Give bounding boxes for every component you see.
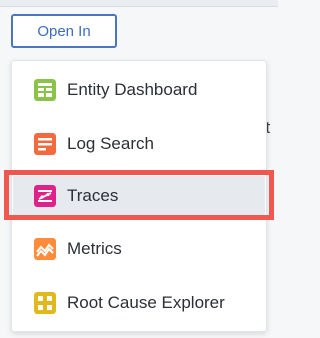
menu-item-label: Metrics [67, 239, 122, 258]
entity-dashboard-icon [34, 79, 56, 101]
menu-item-label: Log Search [67, 134, 154, 153]
menu-item-label: Entity Dashboard [67, 80, 198, 99]
open-in-button[interactable]: Open In [11, 14, 117, 48]
menu-item-traces[interactable]: Traces [13, 176, 265, 216]
menu-item-root-cause-explorer[interactable]: Root Cause Explorer [13, 283, 265, 323]
open-in-menu: Entity Dashboard Log Search Traces Metri… [11, 60, 267, 332]
menu-item-log-search[interactable]: Log Search [13, 124, 265, 164]
log-search-icon [34, 133, 56, 155]
menu-item-metrics[interactable]: Metrics [13, 229, 265, 269]
traces-icon [34, 185, 56, 207]
top-bar [0, 0, 278, 7]
metrics-icon [34, 238, 56, 260]
menu-item-label: Traces [67, 186, 119, 205]
menu-item-label: Root Cause Explorer [67, 293, 225, 312]
menu-item-entity-dashboard[interactable]: Entity Dashboard [13, 70, 265, 110]
root-cause-explorer-icon [34, 292, 56, 314]
